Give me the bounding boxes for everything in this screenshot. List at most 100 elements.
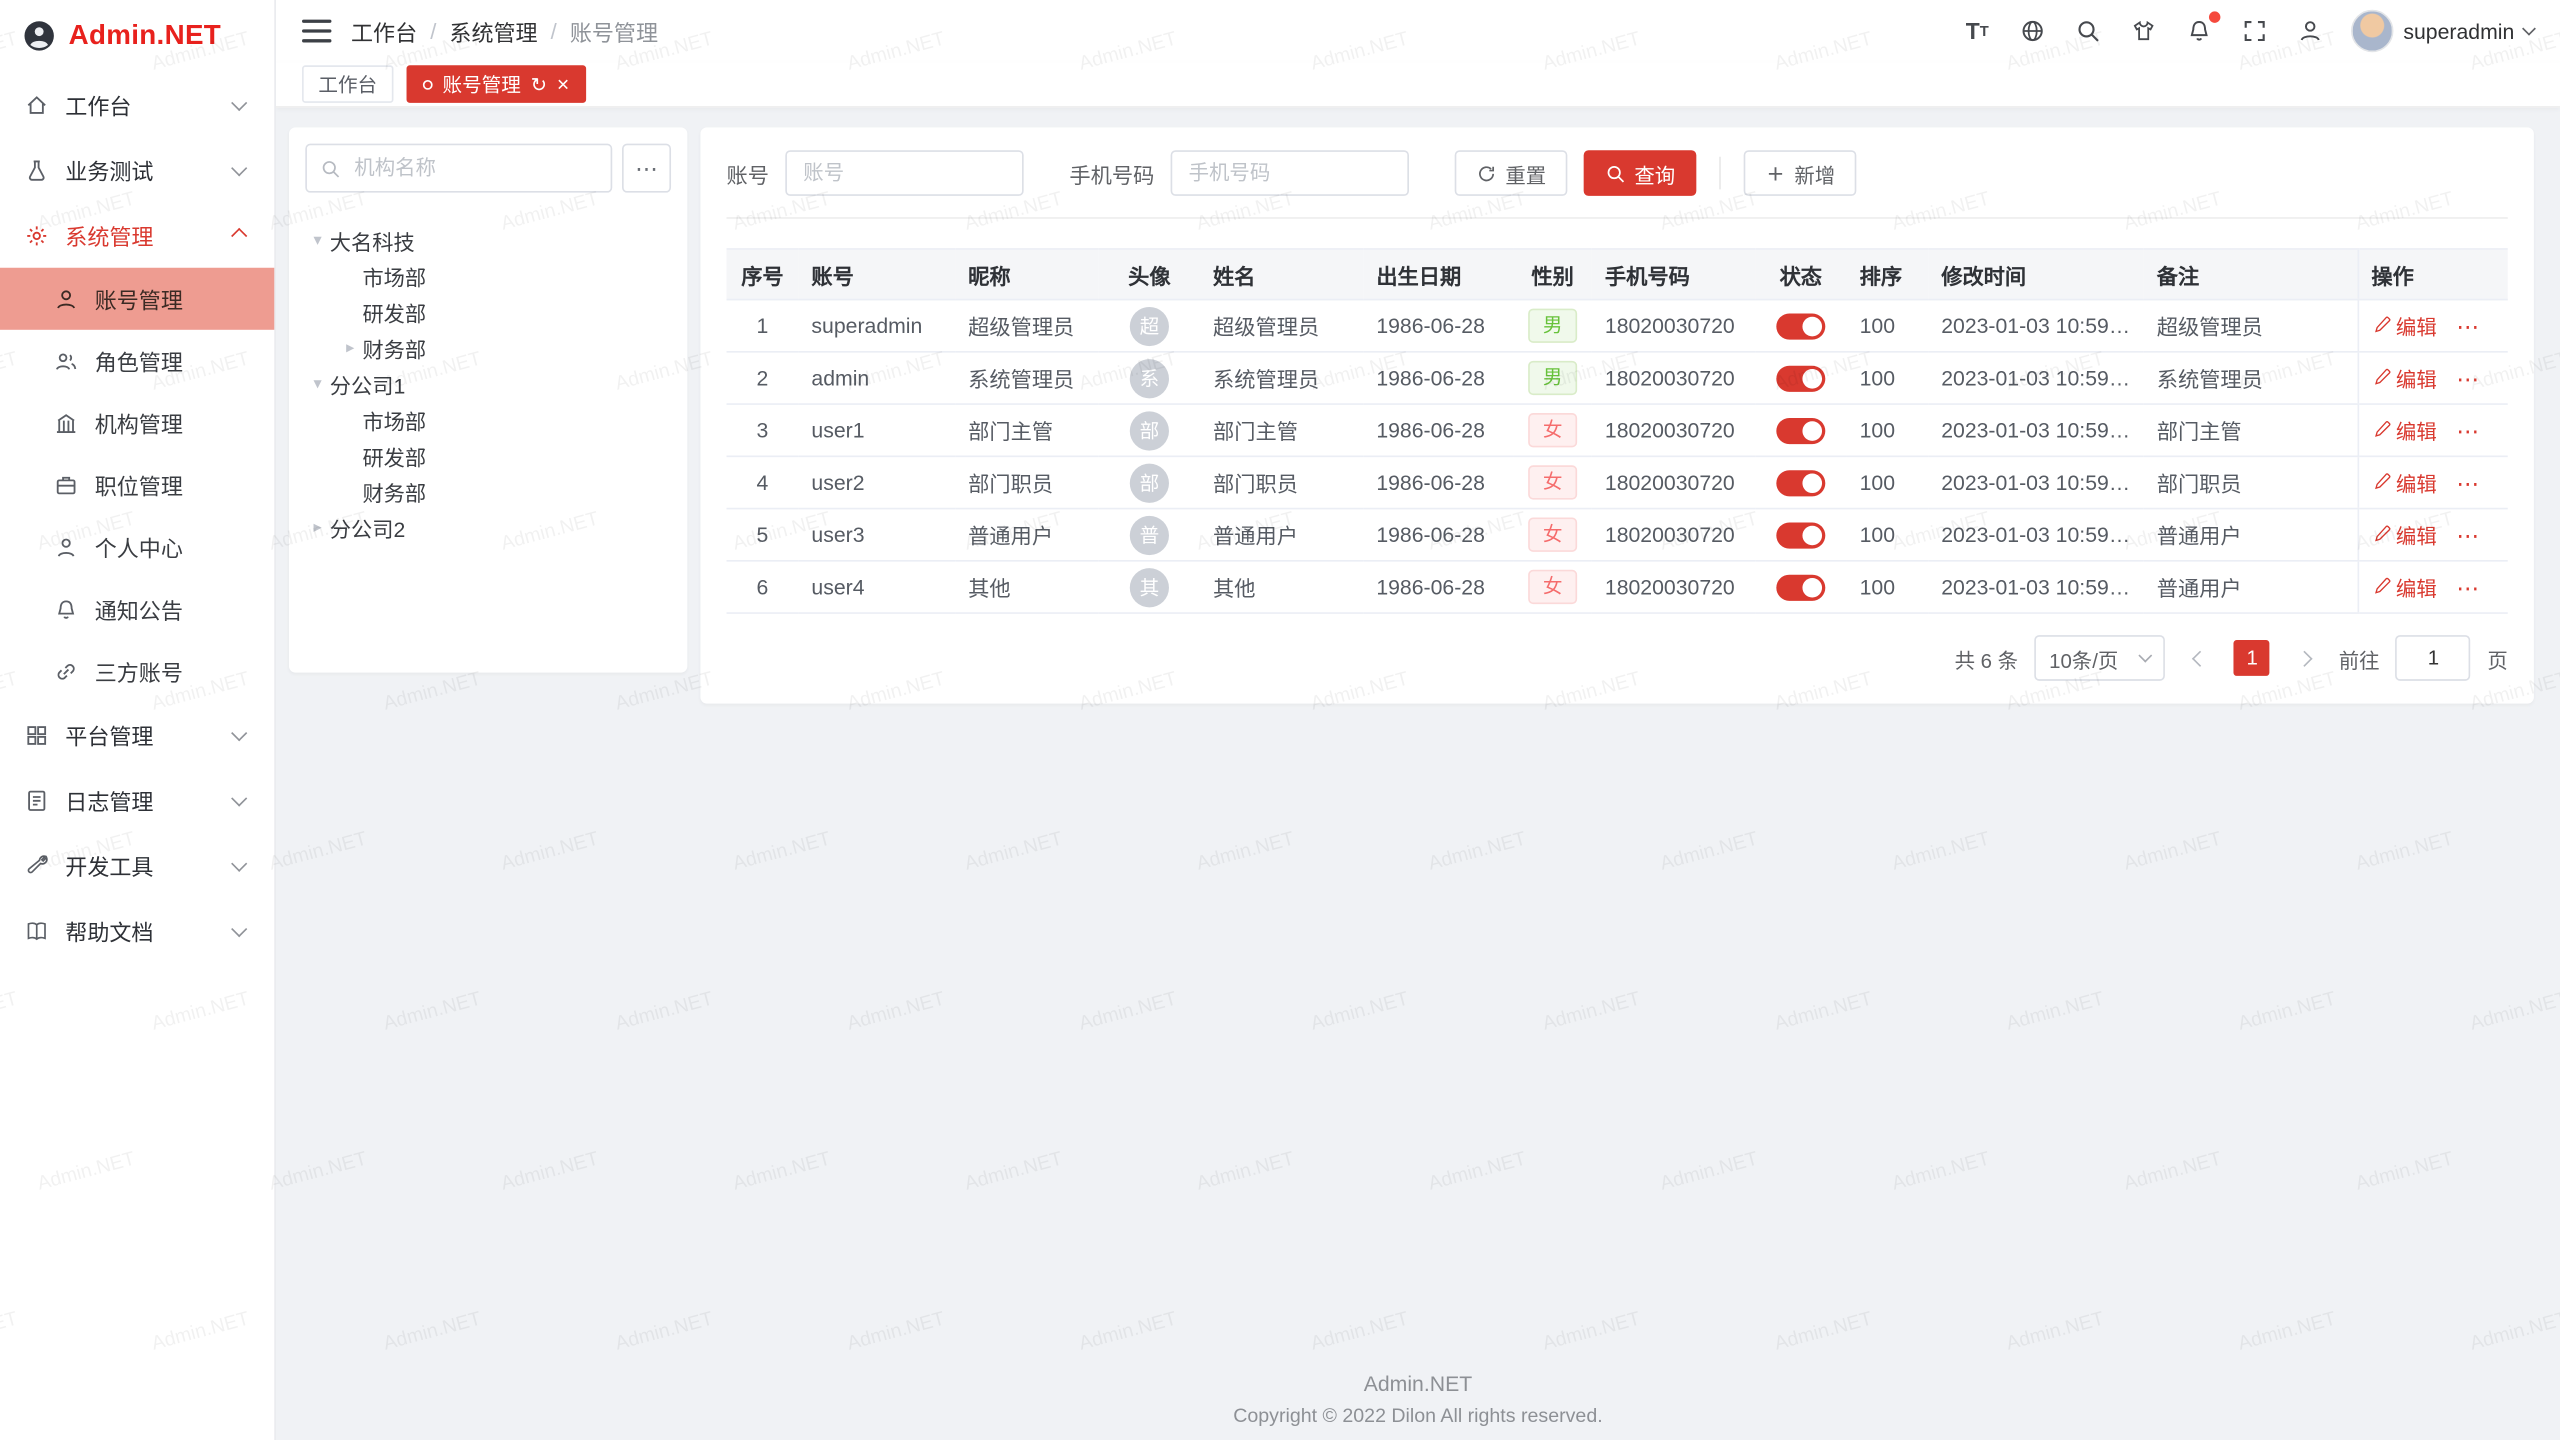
tree-more-button[interactable]: ⋯: [622, 144, 671, 193]
caret-down-icon[interactable]: ▾: [305, 231, 329, 249]
sidebar-item-workbench[interactable]: 工作台: [0, 72, 274, 137]
tab-refresh-icon[interactable]: ↻: [531, 74, 547, 94]
edit-button[interactable]: 编辑: [2371, 362, 2436, 393]
sidebar-item-thirdparty[interactable]: 三方账号: [0, 640, 274, 702]
cell-index: 5: [727, 509, 799, 561]
org-search-input[interactable]: [351, 155, 598, 181]
col-order: 排序: [1847, 249, 1929, 300]
gender-badge: 男: [1528, 361, 1577, 395]
page-number-current[interactable]: 1: [2234, 640, 2270, 676]
breadcrumb-separator: /: [551, 19, 557, 43]
sidebar-item-org[interactable]: 机构管理: [0, 392, 274, 454]
plus-icon: [1765, 162, 1786, 183]
sidebar-item-docs[interactable]: 帮助文档: [0, 898, 274, 963]
sidebar-item-role[interactable]: 角色管理: [0, 330, 274, 392]
more-actions-button[interactable]: ⋯: [2456, 366, 2480, 392]
fullscreen-icon[interactable]: [2240, 16, 2269, 45]
goto-page-input[interactable]: [2396, 635, 2471, 681]
prev-page-button[interactable]: [2182, 640, 2218, 676]
sidebar-item-business-test[interactable]: 业务测试: [0, 137, 274, 202]
user-menu[interactable]: superadmin: [2351, 10, 2534, 52]
more-actions-button[interactable]: ⋯: [2456, 418, 2480, 444]
tab-active-dot: [423, 79, 433, 89]
org-tree-panel: ⋯ ▾大名科技 市场部 研发部 ▸财务部 ▾分公司1 市场部 研发部 财务部 ▸…: [289, 127, 687, 672]
more-actions-button[interactable]: ⋯: [2456, 471, 2480, 497]
tree-node[interactable]: 市场部: [305, 402, 671, 438]
tree-node[interactable]: 市场部: [305, 258, 671, 294]
sidebar-item-label: 工作台: [65, 88, 131, 121]
account-icon[interactable]: [2296, 16, 2325, 45]
sidebar-item-devtools[interactable]: 开发工具: [0, 833, 274, 898]
status-toggle[interactable]: [1776, 313, 1825, 339]
caret-right-icon[interactable]: ▸: [338, 339, 362, 357]
edit-label: 编辑: [2396, 467, 2437, 498]
page-unit: 页: [2487, 642, 2507, 673]
edit-button[interactable]: 编辑: [2371, 414, 2436, 445]
sidebar-item-profile[interactable]: 个人中心: [0, 516, 274, 578]
status-toggle[interactable]: [1776, 574, 1825, 600]
table-row: 5 user3 普通用户 普 普通用户 1986-06-28 女 1802003…: [727, 509, 2508, 561]
more-actions-button[interactable]: ⋯: [2456, 523, 2480, 549]
locale-icon[interactable]: [2018, 16, 2047, 45]
edit-button[interactable]: 编辑: [2371, 467, 2436, 498]
cell-name: 超级管理员: [1200, 300, 1363, 352]
page-size-select[interactable]: 10条/页: [2034, 635, 2165, 681]
tab-close-icon[interactable]: ×: [557, 73, 569, 94]
more-actions-button[interactable]: ⋯: [2456, 575, 2480, 601]
tree-node[interactable]: 研发部: [305, 438, 671, 474]
sidebar-item-notice[interactable]: 通知公告: [0, 578, 274, 640]
reset-button[interactable]: 重置: [1455, 150, 1568, 196]
edit-label: 编辑: [2396, 571, 2437, 602]
col-account: 账号: [798, 249, 955, 300]
theme-icon[interactable]: [2129, 16, 2158, 45]
row-avatar: 部: [1130, 411, 1169, 450]
edit-icon: [2371, 577, 2391, 597]
breadcrumb-item[interactable]: 工作台: [351, 15, 417, 48]
sidebar-item-logs[interactable]: 日志管理: [0, 767, 274, 832]
table-row: 1 superadmin 超级管理员 超 超级管理员 1986-06-28 男 …: [727, 300, 2508, 352]
search-button[interactable]: 查询: [1584, 150, 1697, 196]
more-actions-button[interactable]: ⋯: [2456, 314, 2480, 340]
notification-icon[interactable]: [2185, 16, 2214, 45]
add-button[interactable]: 新增: [1744, 150, 1857, 196]
sidebar-item-account[interactable]: 账号管理: [0, 268, 274, 330]
caret-down-icon[interactable]: ▾: [305, 375, 329, 393]
status-toggle[interactable]: [1776, 522, 1825, 548]
status-toggle[interactable]: [1776, 365, 1825, 391]
col-nickname: 昵称: [955, 249, 1099, 300]
tree-node[interactable]: ▾大名科技: [305, 222, 671, 258]
caret-right-icon[interactable]: ▸: [305, 518, 329, 536]
edit-button[interactable]: 编辑: [2371, 519, 2436, 550]
breadcrumb-item[interactable]: 系统管理: [449, 15, 537, 48]
status-toggle[interactable]: [1776, 418, 1825, 444]
phone-input[interactable]: [1171, 150, 1409, 196]
status-toggle[interactable]: [1776, 470, 1825, 496]
sidebar-item-position[interactable]: 职位管理: [0, 454, 274, 516]
tab-workbench[interactable]: 工作台: [302, 65, 393, 103]
account-input[interactable]: [785, 150, 1023, 196]
tree-node[interactable]: ▾分公司1: [305, 366, 671, 402]
font-size-icon[interactable]: TT: [1963, 16, 1992, 45]
app-window: Admin.NET 工作台 业务测试 系统管理 账号管理: [0, 0, 2560, 1440]
tree-node[interactable]: ▸财务部: [305, 330, 671, 366]
edit-button[interactable]: 编辑: [2371, 310, 2436, 341]
sidebar-item-label: 通知公告: [95, 593, 183, 626]
bell-icon: [54, 597, 78, 621]
reset-label: 重置: [1505, 158, 1546, 189]
cell-order: 100: [1847, 509, 1929, 561]
sidebar-item-platform[interactable]: 平台管理: [0, 702, 274, 767]
goto-label: 前往: [2339, 642, 2380, 673]
username: superadmin: [2403, 19, 2514, 43]
col-remark: 备注: [2144, 249, 2358, 300]
edit-button[interactable]: 编辑: [2371, 571, 2436, 602]
tree-node[interactable]: 研发部: [305, 294, 671, 330]
tab-account-management[interactable]: 账号管理 ↻ ×: [407, 65, 586, 103]
next-page-button[interactable]: [2286, 640, 2322, 676]
tree-node[interactable]: 财务部: [305, 473, 671, 509]
search-icon[interactable]: [2074, 16, 2103, 45]
sidebar-item-system[interactable]: 系统管理: [0, 202, 274, 267]
menu-collapse-icon[interactable]: [302, 20, 331, 43]
tree-node[interactable]: ▸分公司2: [305, 509, 671, 545]
edit-icon: [2371, 524, 2391, 544]
app-logo[interactable]: Admin.NET: [0, 0, 274, 72]
